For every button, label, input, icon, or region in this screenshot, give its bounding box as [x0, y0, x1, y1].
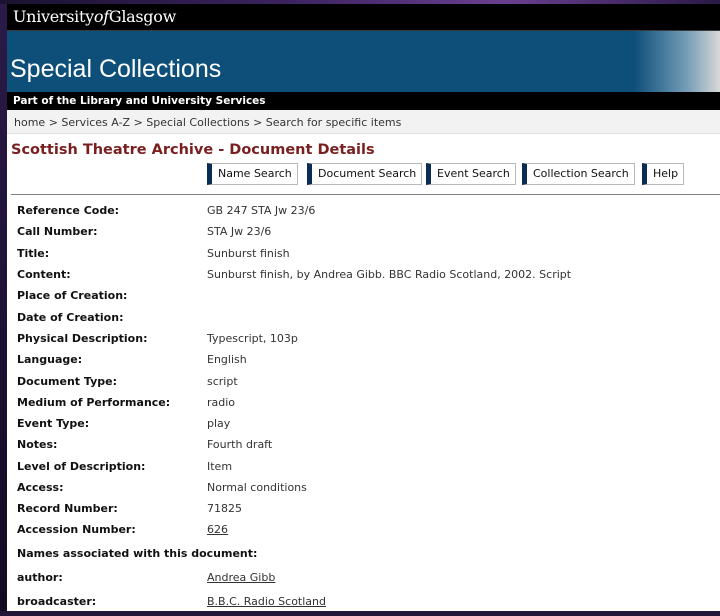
detail-row-document-type: Document Type: script	[7, 371, 720, 391]
subtitle-text: Part of the Library and University Servi…	[13, 95, 266, 107]
detail-row-notes: Notes: Fourth draft	[7, 434, 720, 454]
document-search-button[interactable]: Document Search	[307, 163, 423, 185]
breadcrumb-separator: >	[253, 116, 266, 129]
detail-label: Date of Creation:	[17, 311, 124, 324]
breadcrumb-separator: >	[133, 116, 147, 129]
detail-value: 71825	[207, 502, 242, 515]
detail-row-record-number: Record Number: 71825	[7, 498, 720, 518]
detail-value: Sunburst finish, by Andrea Gibb. BBC Rad…	[207, 268, 572, 281]
window-left-edge	[0, 4, 7, 611]
detail-label: Reference Code:	[17, 204, 120, 217]
names-heading-row: Names associated with this document:	[7, 543, 720, 563]
detail-label: Access:	[17, 481, 64, 494]
logo-text-of: of	[93, 7, 109, 26]
detail-label: Physical Description:	[17, 332, 148, 345]
detail-row-access: Access: Normal conditions	[7, 477, 720, 497]
detail-row-accession-number: Accession Number: 626	[7, 519, 720, 539]
page-title: Scottish Theatre Archive - Document Deta…	[11, 142, 375, 158]
detail-label: Medium of Performance:	[17, 396, 171, 409]
detail-row-physical-description: Physical Description: Typescript, 103p	[7, 328, 720, 348]
university-logo[interactable]: UniversityofGlasgow	[13, 7, 176, 26]
detail-label: Accession Number:	[17, 523, 136, 536]
name-row-broadcaster: broadcaster: B.B.C. Radio Scotland	[7, 591, 720, 611]
help-button[interactable]: Help	[642, 163, 685, 185]
breadcrumb-services-a-z[interactable]: Services A-Z	[61, 116, 130, 129]
author-link[interactable]: Andrea Gibb	[207, 571, 275, 584]
detail-value: 626	[207, 523, 228, 536]
detail-label: Event Type:	[17, 417, 90, 430]
detail-value: Item	[207, 460, 233, 473]
detail-row-level-of-description: Level of Description: Item	[7, 456, 720, 476]
detail-row-place-of-creation: Place of Creation:	[7, 285, 720, 305]
detail-row-reference-code: Reference Code: GB 247 STA Jw 23/6	[7, 200, 720, 220]
detail-value: Normal conditions	[207, 481, 307, 494]
breadcrumb-home[interactable]: home	[14, 116, 45, 129]
name-row-author: author: Andrea Gibb	[7, 567, 720, 587]
accession-number-link[interactable]: 626	[207, 523, 228, 536]
breadcrumb: home > Services A-Z > Special Collection…	[7, 110, 720, 134]
detail-row-date-of-creation: Date of Creation:	[7, 307, 720, 327]
collection-search-button[interactable]: Collection Search	[522, 163, 635, 185]
breadcrumb-special-collections[interactable]: Special Collections	[146, 116, 249, 129]
detail-label: Language:	[17, 353, 83, 366]
detail-value: Typescript, 103p	[207, 332, 298, 345]
detail-row-title: Title: Sunburst finish	[7, 243, 720, 263]
detail-row-medium-of-performance: Medium of Performance: radio	[7, 392, 720, 412]
detail-row-language: Language: English	[7, 349, 720, 369]
detail-label: Notes:	[17, 438, 58, 451]
name-search-button[interactable]: Name Search	[207, 163, 298, 185]
page: UniversityofGlasgow Special Collections …	[7, 4, 720, 611]
detail-label: Place of Creation:	[17, 289, 128, 302]
logo-text-part1: University	[13, 7, 94, 26]
detail-row-call-number: Call Number: STA Jw 23/6	[7, 221, 720, 241]
header-divider	[11, 194, 720, 195]
detail-label: Call Number:	[17, 225, 98, 238]
detail-label: Title:	[17, 247, 50, 260]
detail-value: Fourth draft	[207, 438, 273, 451]
event-search-button[interactable]: Event Search	[426, 163, 516, 185]
detail-value: radio	[207, 396, 236, 409]
broadcaster-link[interactable]: B.B.C. Radio Scotland	[207, 595, 326, 608]
window-bottom-edge	[0, 611, 720, 616]
detail-value: script	[207, 375, 238, 388]
breadcrumb-current: Search for specific items	[265, 116, 402, 129]
name-role-label: author:	[17, 571, 63, 584]
logo-text-part2: Glasgow	[108, 7, 176, 26]
subtitle-bar: Part of the Library and University Servi…	[7, 92, 720, 110]
names-heading: Names associated with this document:	[17, 547, 258, 560]
detail-value: STA Jw 23/6	[207, 225, 272, 238]
breadcrumb-separator: >	[48, 116, 62, 129]
name-value: B.B.C. Radio Scotland	[207, 595, 326, 608]
detail-label: Content:	[17, 268, 71, 281]
detail-value: English	[207, 353, 247, 366]
detail-label: Document Type:	[17, 375, 117, 388]
header-banner: Special Collections	[7, 31, 720, 92]
name-value: Andrea Gibb	[207, 571, 275, 584]
detail-row-event-type: Event Type: play	[7, 413, 720, 433]
detail-value: play	[207, 417, 231, 430]
banner-title[interactable]: Special Collections	[10, 55, 221, 84]
name-role-label: broadcaster:	[17, 595, 97, 608]
detail-row-content: Content: Sunburst finish, by Andrea Gibb…	[7, 264, 720, 284]
detail-label: Level of Description:	[17, 460, 146, 473]
detail-value: GB 247 STA Jw 23/6	[207, 204, 316, 217]
detail-label: Record Number:	[17, 502, 118, 515]
university-bar: UniversityofGlasgow	[7, 4, 720, 31]
detail-value: Sunburst finish	[207, 247, 290, 260]
